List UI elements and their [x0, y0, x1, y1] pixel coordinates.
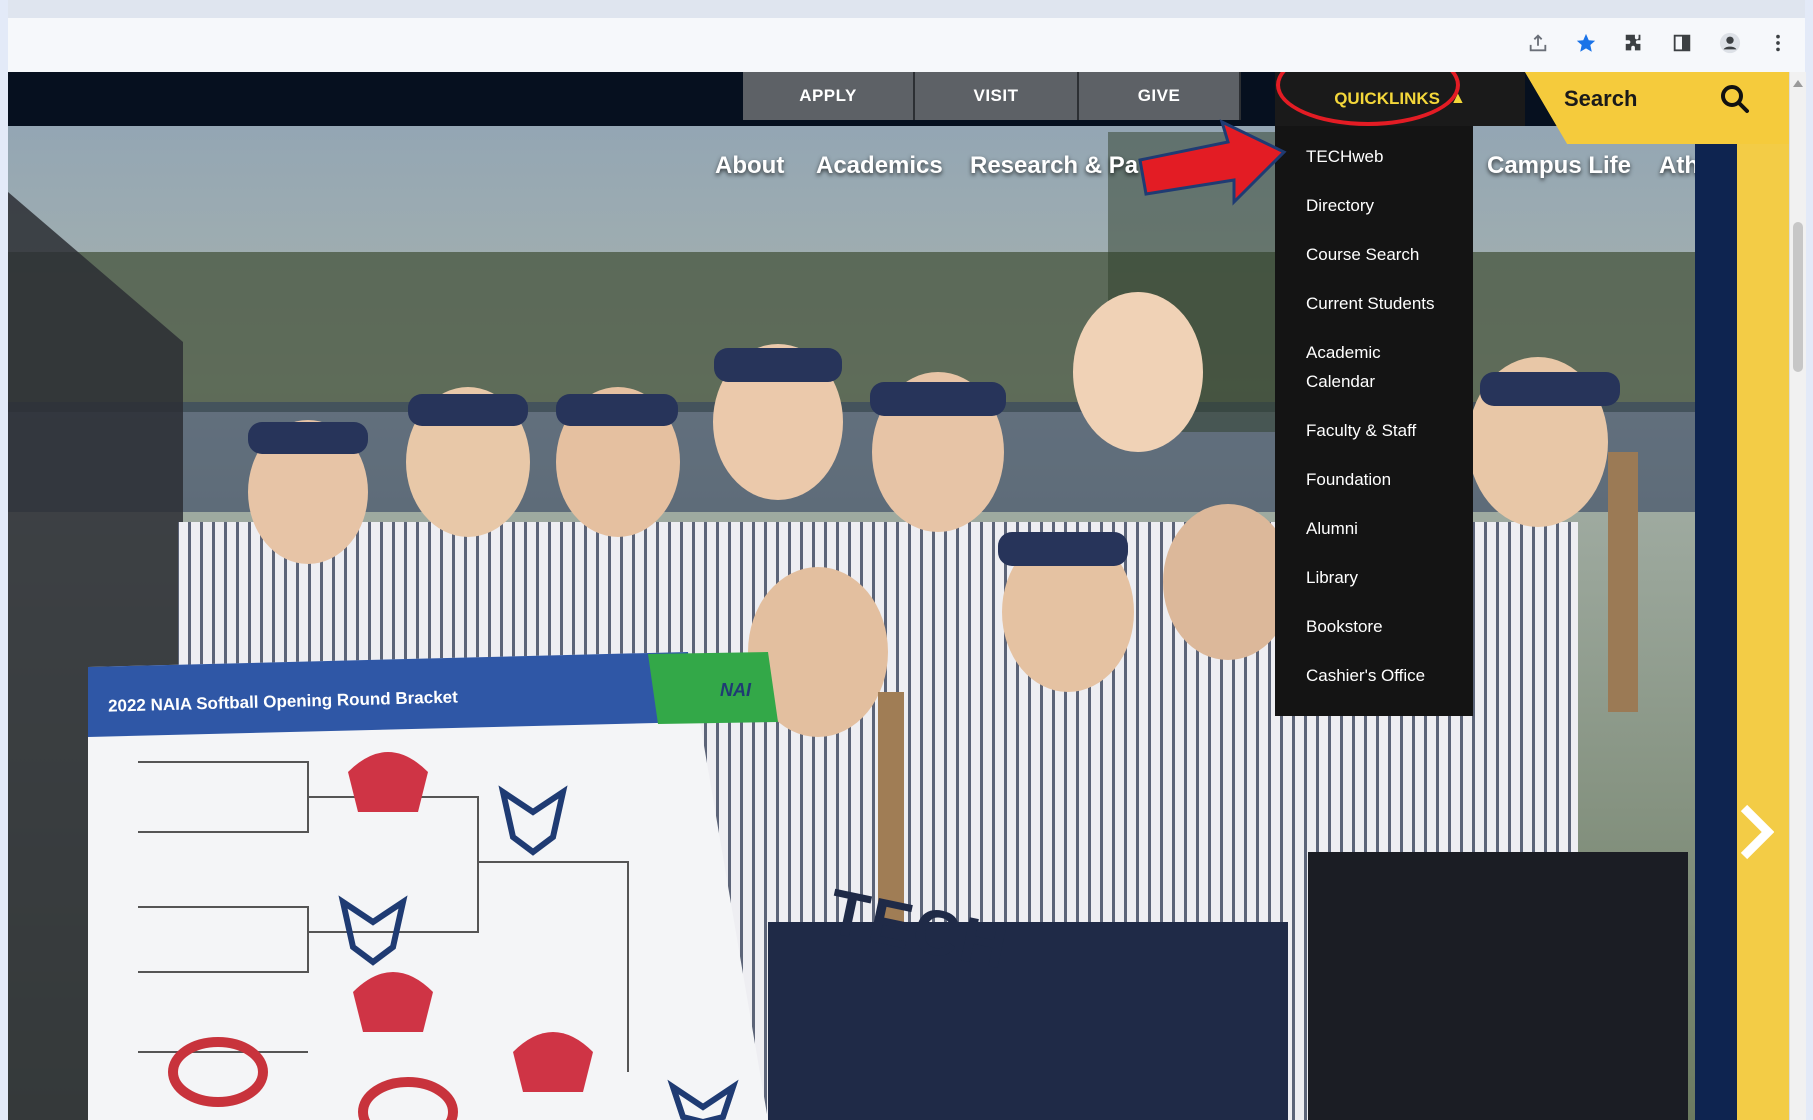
page-scrollbar[interactable]	[1789, 72, 1806, 1120]
extensions-icon[interactable]	[1621, 30, 1647, 56]
dropdown-item-academic-calendar[interactable]: Academic Calendar	[1306, 338, 1396, 396]
dropdown-item-techweb[interactable]: TECHweb	[1306, 142, 1456, 171]
apply-button[interactable]: APPLY	[743, 72, 915, 120]
dropdown-item-course-search[interactable]: Course Search	[1306, 240, 1456, 269]
carousel-next-icon[interactable]	[1738, 802, 1774, 862]
search-button-icon[interactable]	[1720, 84, 1750, 114]
scroll-thumb[interactable]	[1793, 222, 1803, 372]
browser-tab-strip	[8, 0, 1805, 18]
dropdown-item-alumni[interactable]: Alumni	[1306, 514, 1456, 543]
poster-badge: NAI	[720, 680, 751, 700]
dropdown-item-foundation[interactable]: Foundation	[1306, 465, 1456, 494]
dropdown-item-cashiers-office[interactable]: Cashier's Office	[1306, 661, 1456, 690]
dropdown-item-directory[interactable]: Directory	[1306, 191, 1456, 220]
profile-icon[interactable]	[1717, 30, 1743, 56]
hero-photo	[8, 72, 1789, 1120]
annotation-arrow-icon	[1138, 119, 1287, 206]
bookmark-star-icon[interactable]	[1573, 30, 1599, 56]
browser-toolbar	[8, 18, 1805, 73]
right-navy-strip	[1695, 72, 1737, 1120]
quicklinks-dropdown: TECHweb Directory Course Search Current …	[1275, 126, 1473, 716]
dropdown-item-faculty-staff[interactable]: Faculty & Staff	[1306, 416, 1456, 445]
dropdown-item-current-students[interactable]: Current Students	[1306, 289, 1456, 318]
bracket-poster	[88, 652, 778, 1120]
visit-button[interactable]: VISIT	[915, 72, 1079, 120]
website-viewport: 2022 NAIA Softball Opening Round Bracket…	[8, 72, 1789, 1120]
nav-about[interactable]: About	[715, 152, 784, 180]
share-icon[interactable]	[1525, 30, 1551, 56]
nav-academics[interactable]: Academics	[816, 152, 943, 180]
menu-icon[interactable]	[1765, 30, 1791, 56]
search-button-text[interactable]: Search	[1564, 86, 1637, 112]
dropdown-item-library[interactable]: Library	[1306, 563, 1456, 592]
nav-campus-life[interactable]: Campus Life	[1487, 152, 1631, 180]
right-yellow-strip	[1737, 72, 1789, 1120]
side-panel-icon[interactable]	[1669, 30, 1695, 56]
dropdown-item-bookstore[interactable]: Bookstore	[1306, 612, 1456, 641]
nav-research-partnerships[interactable]: Research & Pa	[970, 152, 1138, 180]
scroll-up-icon[interactable]	[1793, 80, 1803, 87]
